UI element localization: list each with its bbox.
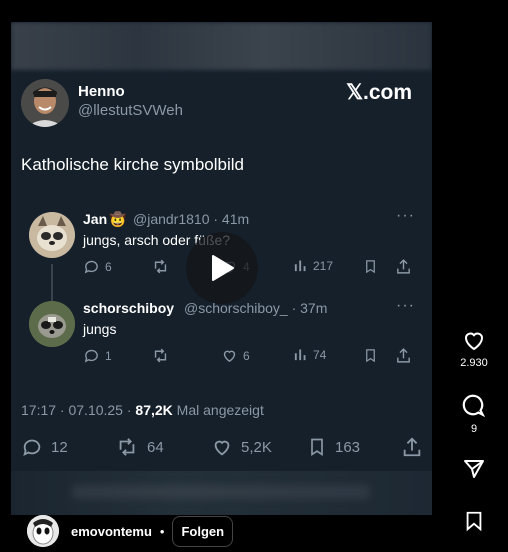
author-name: Henno	[78, 83, 125, 100]
author-avatar	[21, 79, 69, 127]
reply-like-button[interactable]: 6	[221, 347, 250, 364]
bookmark-icon	[311, 438, 323, 457]
post-reply-button[interactable]: 12	[21, 436, 68, 458]
post-repost-count: 64	[147, 438, 164, 456]
reply-bookmark-button[interactable]	[363, 347, 378, 364]
repost-icon	[154, 348, 167, 363]
bookmark-icon	[466, 511, 482, 532]
play-icon	[212, 255, 234, 281]
send-icon	[464, 460, 484, 478]
follow-button[interactable]: Folgen	[172, 515, 234, 547]
reply-name: Jan	[83, 211, 108, 227]
reply-comment-button[interactable]: 6	[83, 258, 112, 275]
chart-icon	[294, 260, 306, 272]
source-label: 𝕏.com	[346, 81, 412, 104]
reply-comment-button[interactable]: 1	[83, 347, 112, 364]
share-icon	[397, 348, 410, 363]
bookmark-icon	[366, 349, 375, 363]
share-button[interactable]	[456, 457, 492, 481]
reply-comment-count: 6	[105, 259, 112, 274]
reply-repost-button[interactable]	[151, 258, 170, 275]
reel-author-avatar[interactable]	[27, 515, 59, 547]
play-button[interactable]	[186, 232, 258, 304]
comment-icon	[84, 349, 98, 363]
chart-icon	[294, 349, 306, 361]
post-share-button[interactable]	[401, 436, 423, 458]
reel-author-bar: emovontemu • Folgen	[27, 515, 234, 547]
author-handle: @llestutSVWeh	[78, 102, 183, 119]
post-timestamp: 17:17 · 07.10.25 · 87,2K Mal angezeigt	[21, 402, 264, 418]
views-label: Mal angezeigt	[176, 402, 264, 418]
more-icon[interactable]: ···	[396, 297, 415, 315]
post-like-button[interactable]: 5,2K	[211, 436, 272, 458]
reply-views-button[interactable]: 74	[293, 347, 326, 362]
heart-icon	[223, 350, 236, 363]
heart-icon	[214, 440, 230, 456]
video-player[interactable]: Henno @llestutSVWeh 𝕏.com Katholische ki…	[11, 22, 432, 515]
repost-icon	[154, 259, 167, 274]
comment-icon	[23, 439, 41, 457]
reply-views-count: 217	[313, 258, 334, 273]
comment-icon	[84, 260, 98, 274]
comment-icon	[462, 394, 486, 418]
views-count: 87,2K	[135, 402, 173, 418]
post-like-count: 5,2K	[241, 438, 272, 456]
reply-repost-button[interactable]	[151, 347, 170, 364]
reply-views-count: 74	[313, 347, 327, 362]
cowboy-emoji-icon: 🤠	[109, 211, 127, 227]
more-icon[interactable]: ···	[396, 207, 415, 225]
reply-handle-time: @schorschiboy_ · 37m	[184, 300, 328, 316]
reply-views-button[interactable]: 217	[293, 258, 333, 273]
reel-author-username[interactable]: emovontemu	[71, 524, 152, 539]
post-bookmark-button[interactable]: 163	[307, 436, 360, 458]
post-repost-button[interactable]: 64	[115, 436, 164, 458]
like-button[interactable]: 2.930	[456, 329, 492, 369]
share-icon	[397, 259, 410, 274]
reply-bookmark-button[interactable]	[363, 258, 378, 275]
blurred-top-strip	[11, 22, 432, 70]
like-count: 2.930	[460, 357, 488, 369]
blurred-bottom-strip	[11, 471, 432, 515]
timestamp-text: 17:17 · 07.10.25 ·	[21, 402, 136, 418]
save-button[interactable]	[456, 509, 492, 533]
bookmark-icon	[366, 260, 375, 274]
reply-share-button[interactable]	[395, 258, 412, 275]
reply-like-count: 6	[243, 348, 250, 363]
reply-share-button[interactable]	[395, 347, 412, 364]
post-reply-count: 12	[51, 438, 68, 456]
reply-avatar-jan	[29, 212, 75, 258]
reply-handle-time: @jandr1810 · 41m	[133, 211, 250, 227]
reply-name: schorschiboy	[83, 300, 175, 316]
reply-text: jungs	[83, 321, 117, 337]
post-text: Katholische kirche symbolbild	[21, 155, 244, 174]
separator-dot: •	[159, 523, 165, 539]
repost-icon	[119, 438, 135, 456]
reply-comment-count: 1	[105, 348, 112, 363]
post-bookmark-count: 163	[335, 438, 361, 456]
comment-button[interactable]: 9	[456, 393, 492, 435]
share-icon	[403, 437, 421, 457]
reply-avatar-schorschiboy	[29, 301, 75, 347]
comment-count: 9	[470, 423, 478, 435]
heart-icon	[464, 332, 484, 351]
